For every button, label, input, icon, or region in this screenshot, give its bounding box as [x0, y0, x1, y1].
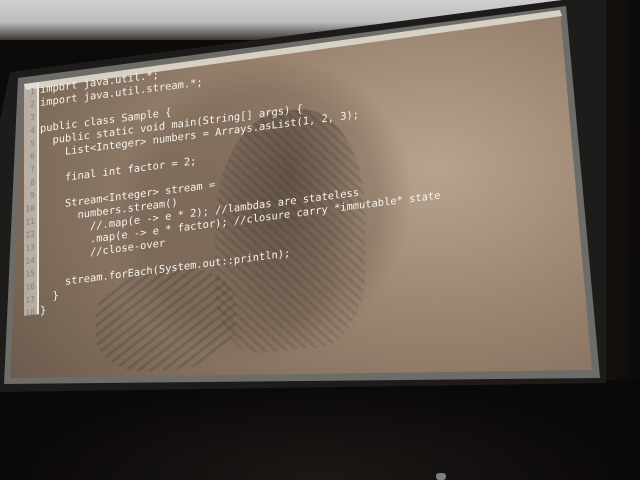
hall-light — [436, 473, 446, 480]
line-number: 18 — [25, 307, 35, 318]
auditorium-floor — [0, 380, 640, 480]
code-text: } — [40, 304, 47, 317]
